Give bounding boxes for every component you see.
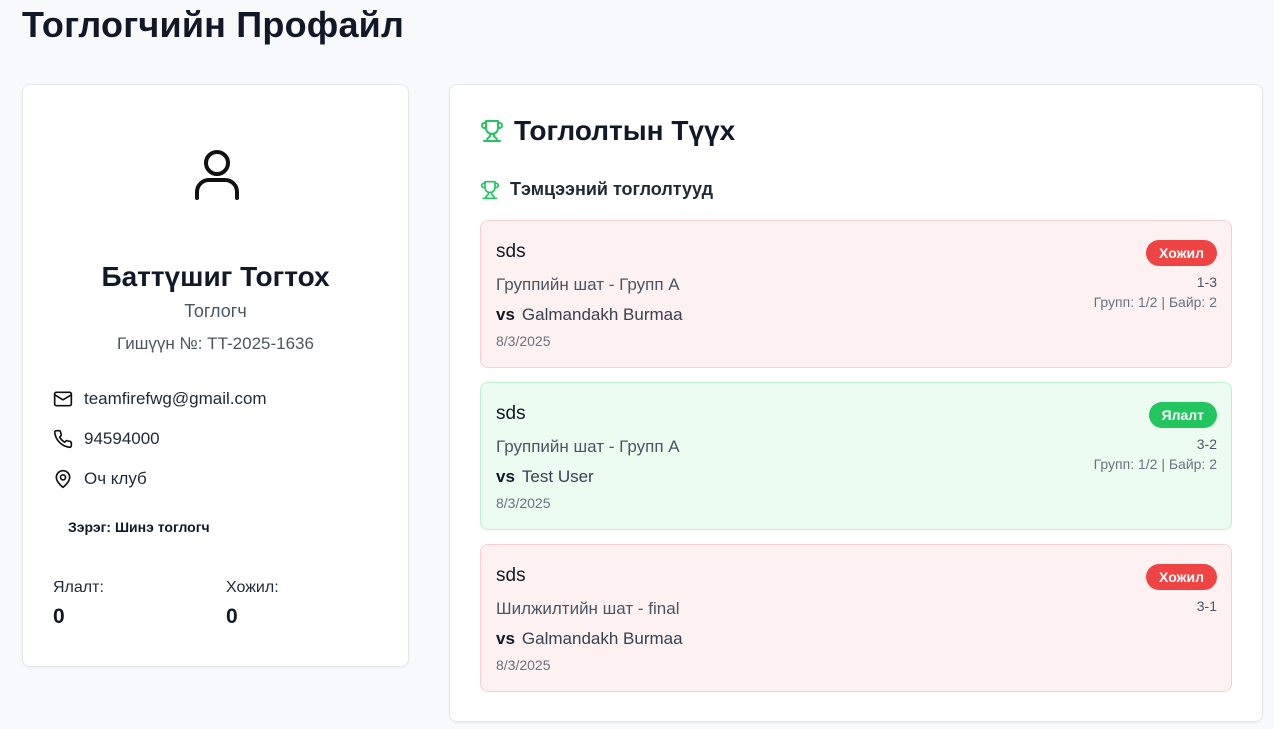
profile-card: Баттүшиг Тогтох Тоглогч Гишүүн №: TT-202…	[22, 84, 409, 667]
user-icon	[195, 150, 239, 200]
trophy-icon	[480, 180, 500, 199]
match-opponent-row: vs Galmandakh Burmaa	[496, 305, 683, 325]
match-opponent-row: vs Test User	[496, 467, 594, 487]
match-score: 1-3	[1196, 274, 1217, 290]
match-date: 8/3/2025	[496, 657, 551, 673]
match-stage: Группийн шат - Групп A	[496, 437, 680, 456]
match-stage: Шилжилтийн шат - final	[496, 599, 680, 618]
match-score: 3-1	[1196, 598, 1217, 614]
match-history-card: Тоглолтын Түүх Тэмцээний тоглолтууд sds …	[449, 84, 1263, 722]
trophy-icon	[481, 120, 503, 142]
match-card[interactable]: sds Шилжилтийн шат - final vs Galmandakh …	[480, 544, 1232, 692]
match-stage: Группийн шат - Групп A	[496, 275, 680, 294]
match-card[interactable]: sds Группийн шат - Групп A vs Test User 8…	[480, 382, 1232, 530]
section-title: Тэмцээний тоглолтууд	[510, 179, 714, 199]
result-badge: Ялалт	[1148, 402, 1217, 428]
match-opponent: Test User	[521, 467, 594, 486]
history-title-row: Тоглолтын Түүх	[480, 115, 735, 147]
losses-label: Хожил:	[226, 579, 279, 596]
match-tournament: sds	[496, 403, 526, 424]
match-opponent: Galmandakh Burmaa	[521, 305, 683, 324]
match-opponent-row: vs Galmandakh Burmaa	[496, 629, 683, 649]
match-tournament: sds	[496, 565, 526, 586]
vs-label: vs	[496, 467, 515, 486]
losses-value: 0	[226, 605, 238, 628]
vs-label: vs	[496, 305, 515, 324]
result-badge: Хожил	[1146, 240, 1217, 266]
wins-label: Ялалт:	[53, 579, 104, 596]
page-title: Тоглогчийн Профайл	[22, 4, 405, 45]
mail-icon	[53, 391, 73, 407]
member-id: Гишүүн №: TT-2025-1636	[117, 334, 314, 353]
player-role: Тоглогч	[184, 301, 247, 321]
match-tournament: sds	[496, 241, 526, 262]
player-name: Баттүшиг Тогтох	[101, 261, 330, 292]
wins-value: 0	[53, 605, 65, 628]
match-card[interactable]: sds Группийн шат - Групп A vs Galmandakh …	[480, 220, 1232, 368]
rank-label: Зэрэг: Шинэ тоглогч	[68, 519, 210, 535]
match-date: 8/3/2025	[496, 495, 551, 511]
history-title: Тоглолтын Түүх	[514, 115, 736, 146]
tournament-section-title-row: Тэмцээний тоглолтууд	[480, 179, 713, 200]
club-row: Оч клуб	[53, 467, 147, 491]
club-text: Оч клуб	[84, 469, 147, 488]
match-opponent: Galmandakh Burmaa	[521, 629, 683, 648]
result-badge: Хожил	[1146, 564, 1217, 590]
phone-row: 94594000	[53, 427, 160, 451]
match-group-info: Групп: 1/2 | Байр: 2	[1093, 294, 1217, 310]
match-group-info: Групп: 1/2 | Байр: 2	[1093, 456, 1217, 472]
phone-icon	[53, 429, 73, 449]
email-text: teamfirefwg@gmail.com	[84, 389, 267, 408]
match-score: 3-2	[1196, 436, 1217, 452]
phone-text: 94594000	[84, 429, 160, 448]
match-date: 8/3/2025	[496, 333, 551, 349]
email-row: teamfirefwg@gmail.com	[53, 387, 267, 411]
vs-label: vs	[496, 629, 515, 648]
map-pin-icon	[55, 469, 71, 489]
